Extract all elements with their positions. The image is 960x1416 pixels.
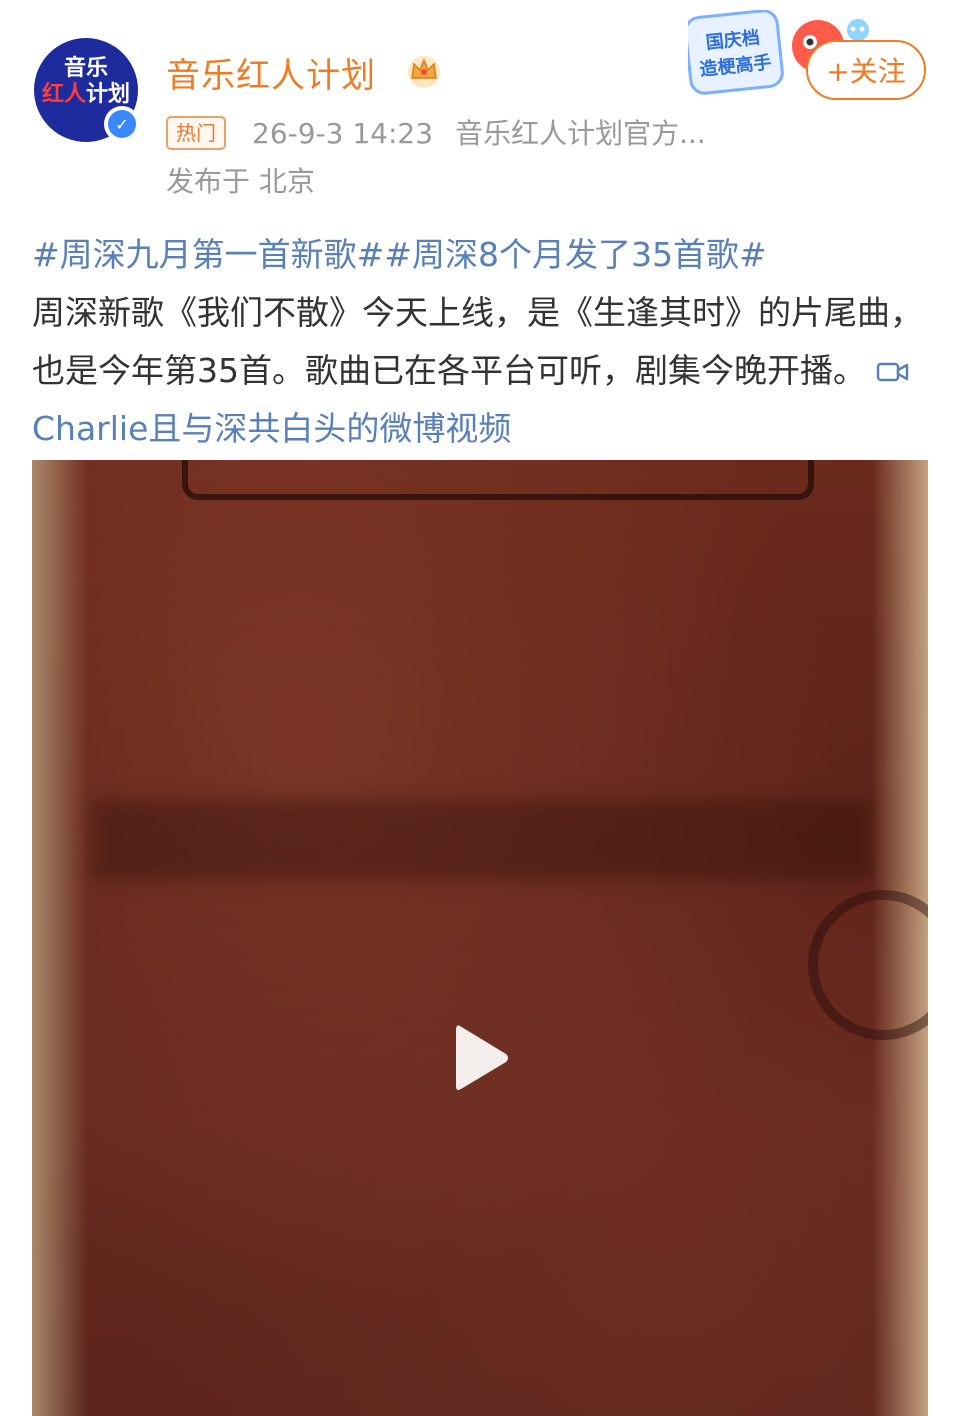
follow-button[interactable]: +关注	[806, 40, 926, 100]
hashtag-link[interactable]: #周深8个月发了35首歌#	[384, 235, 766, 274]
video-decoration	[808, 890, 928, 1040]
video-camera-icon	[876, 362, 909, 382]
timestamp: 26-9-3 14:23	[252, 117, 434, 150]
video-link[interactable]: Charlie且与深共白头的微博视频	[32, 409, 511, 448]
video-frame-top	[182, 460, 814, 500]
video-band	[92, 800, 872, 880]
post-meta: 26-9-3 14:23 音乐红人计划官方...	[252, 112, 706, 152]
avatar[interactable]: 音乐 红人计划 ✓	[34, 38, 140, 142]
verified-icon: ✓	[104, 106, 140, 142]
post-source[interactable]: 音乐红人计划官方...	[455, 117, 706, 150]
post-location: 发布于 北京	[166, 165, 315, 198]
avatar-logo: 音乐 红人计划	[41, 56, 131, 107]
video-player[interactable]	[32, 460, 928, 1416]
hot-badge: 热门	[166, 116, 226, 150]
play-icon[interactable]	[452, 1020, 512, 1096]
video-frame-left	[32, 460, 88, 1416]
crown-icon	[408, 56, 440, 88]
username[interactable]: 音乐红人计划	[166, 48, 376, 97]
post-text: #周深九月第一首新歌##周深8个月发了35首歌# 周深新歌《我们不散》今天上线，…	[32, 226, 932, 458]
post-body: 周深新歌《我们不散》今天上线，是《生逢其时》的片尾曲，也是今年第35首。歌曲已在…	[32, 293, 923, 390]
hashtag-link[interactable]: #周深九月第一首新歌#	[32, 235, 384, 274]
